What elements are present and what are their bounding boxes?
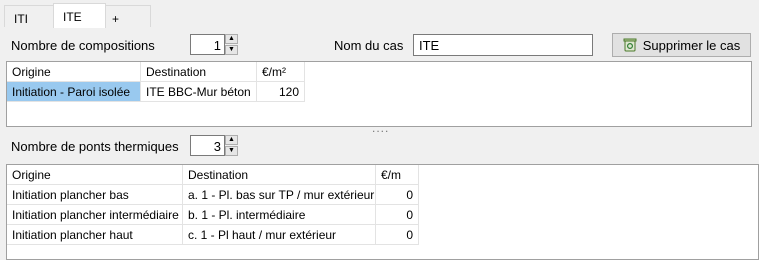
- tab-add[interactable]: +: [105, 5, 151, 27]
- case-name-label: Nom du cas: [334, 38, 404, 53]
- column-header-destination[interactable]: Destination: [183, 165, 376, 185]
- column-header-origine[interactable]: Origine: [7, 165, 183, 185]
- compositions-count-stepper: ▲ ▼: [225, 34, 238, 55]
- cell-destination[interactable]: c. 1 - Pl haut / mur extérieur: [183, 225, 376, 245]
- bridges-count-stepper: ▲ ▼: [225, 135, 238, 156]
- column-header-price[interactable]: €/m²: [257, 62, 305, 82]
- tab-iti[interactable]: ITI: [4, 5, 54, 27]
- case-name-input[interactable]: ITE: [413, 34, 593, 56]
- cell-price[interactable]: 0: [376, 225, 419, 245]
- compositions-count-input[interactable]: 1: [190, 34, 225, 55]
- delete-case-button[interactable]: Supprimer le cas: [612, 33, 751, 57]
- stepper-down-icon[interactable]: ▼: [225, 146, 238, 156]
- stepper-up-icon[interactable]: ▲: [225, 34, 238, 44]
- tab-ite[interactable]: ITE: [53, 3, 106, 29]
- compositions-table: Origine Destination €/m² Initiation - Pa…: [6, 61, 752, 127]
- bridges-table: Origine Destination €/m Initiation planc…: [6, 164, 759, 260]
- cell-price[interactable]: 0: [376, 205, 419, 225]
- cell-destination[interactable]: a. 1 - Pl. bas sur TP / mur extérieur: [183, 185, 376, 205]
- cell-destination[interactable]: b. 1 - Pl. intermédiaire: [183, 205, 376, 225]
- cell-price[interactable]: 120: [257, 82, 305, 102]
- compositions-count-label: Nombre de compositions: [11, 38, 155, 53]
- column-header-destination[interactable]: Destination: [141, 62, 257, 82]
- stepper-up-icon[interactable]: ▲: [225, 135, 238, 145]
- delete-case-icon: [623, 38, 637, 52]
- splitter-handle[interactable]: ....: [372, 121, 389, 135]
- stepper-down-icon[interactable]: ▼: [225, 45, 238, 55]
- bridges-count-input[interactable]: 3: [190, 135, 225, 156]
- bridges-count-label: Nombre de ponts thermiques: [11, 139, 179, 154]
- cell-destination[interactable]: ITE BBC-Mur béton: [141, 82, 257, 102]
- cell-origine[interactable]: Initiation plancher haut: [7, 225, 183, 245]
- cell-origine[interactable]: Initiation - Paroi isolée: [7, 82, 141, 102]
- column-header-price[interactable]: €/m: [376, 165, 419, 185]
- cell-price[interactable]: 0: [376, 185, 419, 205]
- column-header-origine[interactable]: Origine: [7, 62, 141, 82]
- tab-bar: ITI ITE +: [0, 0, 759, 29]
- cell-origine[interactable]: Initiation plancher intermédiaire: [7, 205, 183, 225]
- cell-origine[interactable]: Initiation plancher bas: [7, 185, 183, 205]
